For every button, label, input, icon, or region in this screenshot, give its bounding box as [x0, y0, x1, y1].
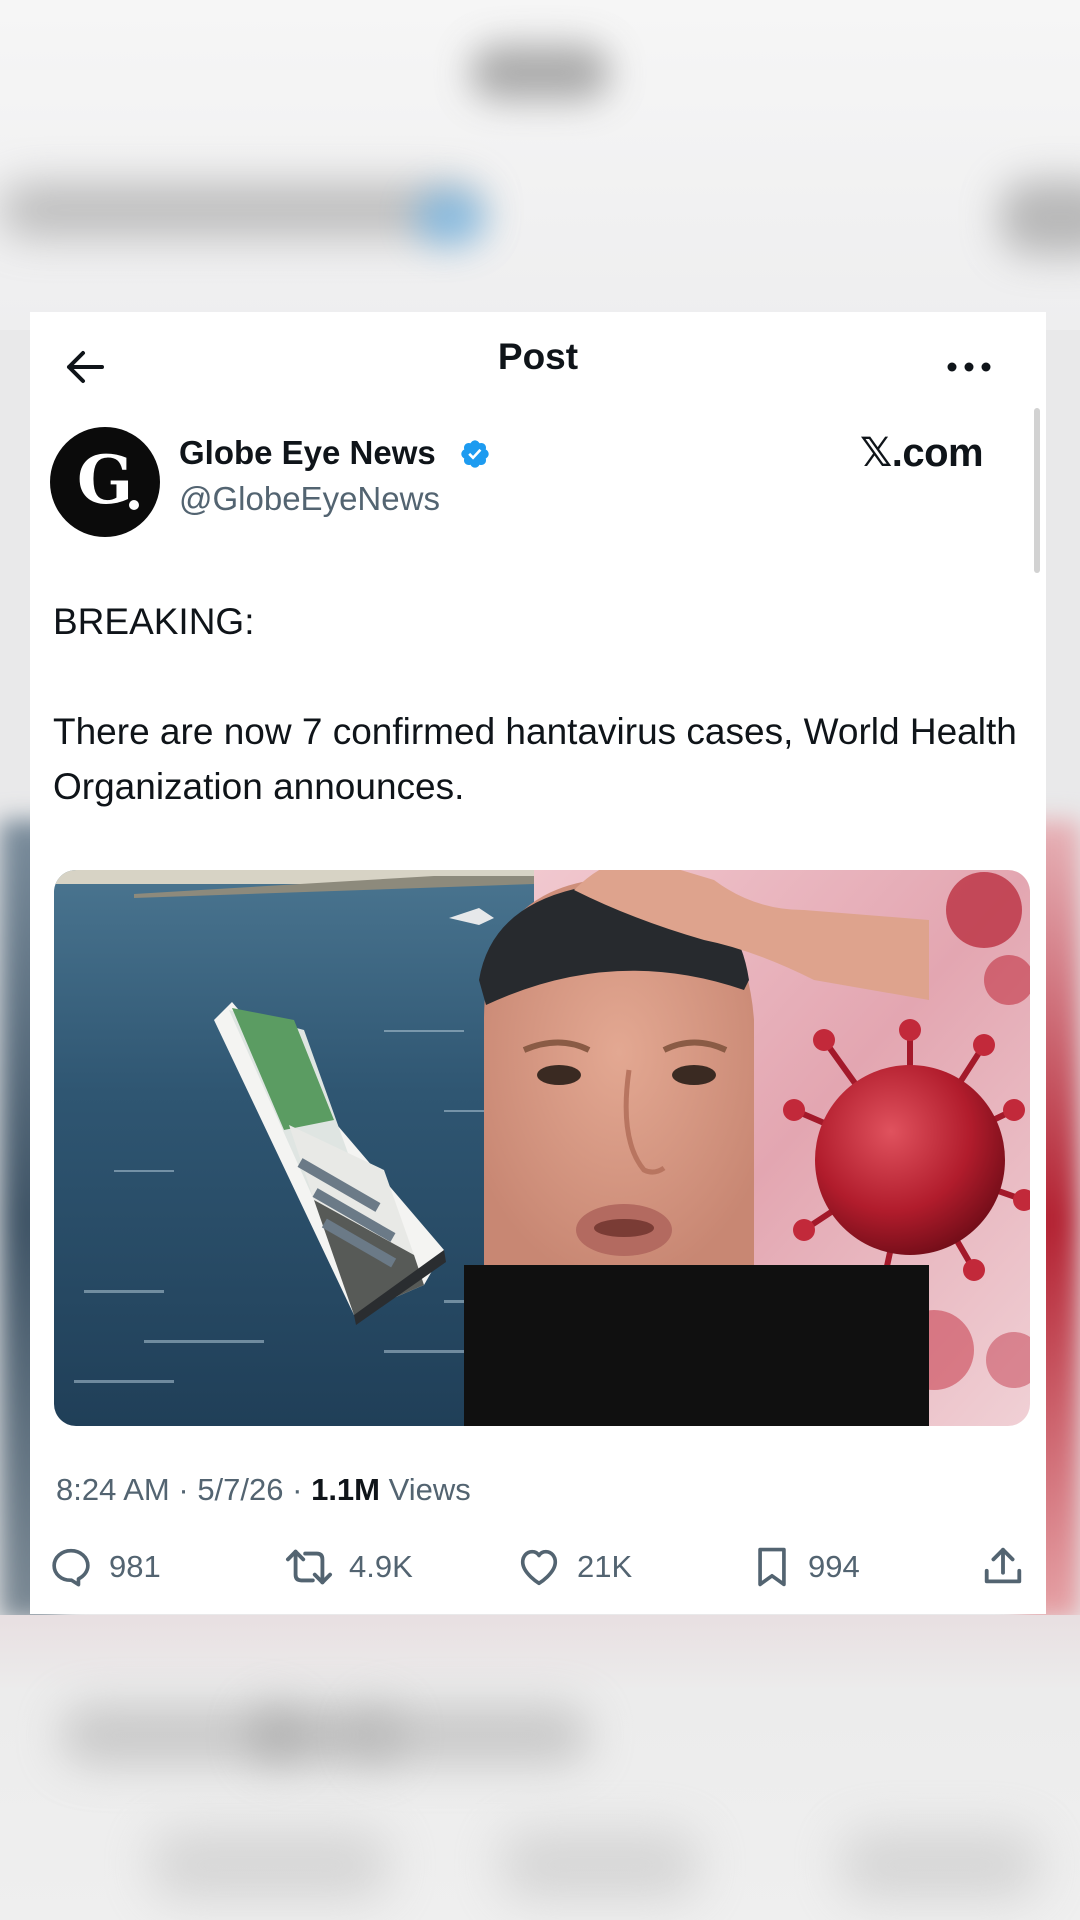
repost-count: 4.9K	[349, 1549, 413, 1584]
blurred-title	[470, 45, 610, 100]
tweet-line-body: There are now 7 confirmed hantavirus cas…	[53, 711, 1017, 807]
x-watermark: 𝕏.com	[860, 431, 984, 475]
blurred-text	[840, 1830, 1040, 1900]
post-date: 5/7/26	[197, 1472, 284, 1507]
heart-icon	[520, 1549, 558, 1586]
more-icon	[947, 362, 991, 372]
bookmark-count: 994	[808, 1549, 860, 1584]
repost-icon	[285, 1549, 332, 1585]
like-button[interactable]: 21K	[515, 1537, 632, 1597]
tweet-image	[54, 870, 1030, 1426]
action-bar: 981 4.9K 21K 994	[30, 1537, 1046, 1597]
blurred-name	[0, 185, 480, 235]
meta-separator: ·	[292, 1472, 312, 1507]
avatar-letter: G	[76, 441, 134, 519]
reply-icon	[52, 1548, 90, 1587]
post-meta: 8:24 AM · 5/7/26 · 1.1M Views	[56, 1472, 471, 1508]
views-count: 1.1M	[311, 1472, 380, 1507]
reply-count: 981	[109, 1549, 161, 1584]
tweet-text: BREAKING: There are now 7 confirmed hant…	[53, 594, 1033, 814]
share-button[interactable]	[980, 1537, 1026, 1597]
verified-badge-icon	[461, 440, 489, 468]
handle[interactable]: @GlobeEyeNews	[179, 480, 440, 518]
tweet-line-breaking: BREAKING:	[53, 601, 255, 642]
reply-button[interactable]: 981	[47, 1537, 161, 1597]
share-icon	[984, 1547, 1022, 1584]
meta-separator: ·	[178, 1472, 198, 1507]
avatar[interactable]: G	[50, 427, 160, 537]
blurred-text	[150, 1830, 390, 1900]
blurred-text	[500, 1830, 700, 1900]
display-name[interactable]: Globe Eye News	[179, 434, 436, 472]
page-title: Post	[497, 336, 579, 377]
top-bar: Post	[30, 312, 1046, 412]
more-options-button[interactable]	[940, 342, 998, 392]
post-time: 8:24 AM	[56, 1472, 170, 1507]
views-label: Views	[388, 1472, 471, 1507]
avatar-dot	[129, 500, 139, 510]
repost-button[interactable]: 4.9K	[283, 1537, 413, 1597]
scrollbar[interactable]	[1034, 408, 1040, 573]
tweet-media[interactable]	[54, 870, 1030, 1426]
bookmark-button[interactable]: 994	[750, 1537, 860, 1597]
like-count: 21K	[577, 1549, 633, 1584]
blurred-text	[360, 1705, 590, 1765]
blurred-watermark	[1000, 180, 1080, 255]
post-card: Post G Globe Eye News @GlobeEyeNews 𝕏.co…	[30, 312, 1046, 1614]
blurred-badge	[415, 190, 485, 245]
bookmark-icon	[758, 1547, 786, 1587]
